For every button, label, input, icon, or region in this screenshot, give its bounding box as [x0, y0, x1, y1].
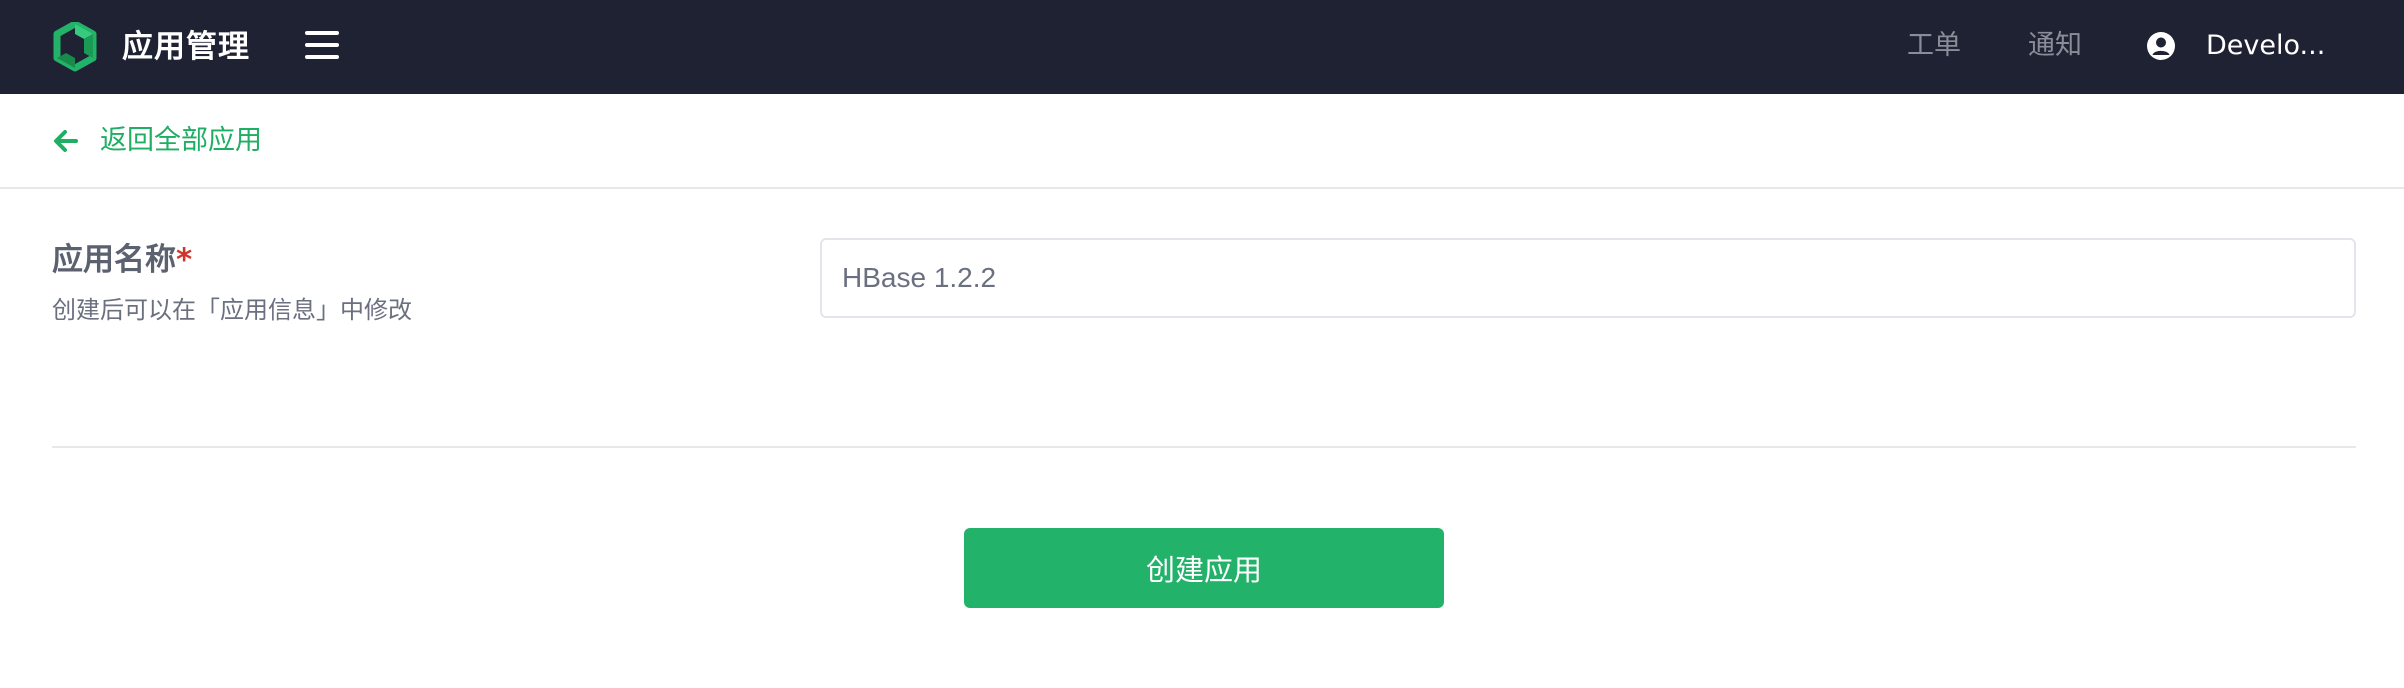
- app-title: 应用管理: [122, 29, 250, 65]
- hamburger-menu-icon[interactable]: [305, 31, 339, 59]
- user-avatar-icon[interactable]: [2146, 31, 2176, 61]
- back-to-all-apps-link[interactable]: 返回全部应用: [52, 120, 262, 162]
- app-name-label-text: 应用名称: [52, 242, 176, 278]
- app-name-hint: 创建后可以在「应用信息」中修改: [52, 296, 412, 324]
- nav-ticket-link[interactable]: 工单: [1907, 26, 1961, 66]
- arrow-left-icon: [54, 130, 78, 152]
- form-divider: [52, 446, 2356, 448]
- back-bar: 返回全部应用: [0, 94, 2404, 189]
- hexagon-logo-icon[interactable]: [53, 22, 97, 72]
- app-name-label: 应用名称*: [52, 234, 192, 279]
- user-menu[interactable]: Develo...: [2206, 26, 2325, 66]
- nav-notice-link[interactable]: 通知: [2028, 26, 2082, 66]
- back-link-label: 返回全部应用: [100, 125, 262, 156]
- top-navbar: 应用管理 工单 通知 Develo...: [0, 0, 2404, 94]
- app-name-input[interactable]: [820, 238, 2356, 318]
- required-mark: *: [176, 242, 193, 278]
- create-app-button[interactable]: 创建应用: [964, 528, 1444, 608]
